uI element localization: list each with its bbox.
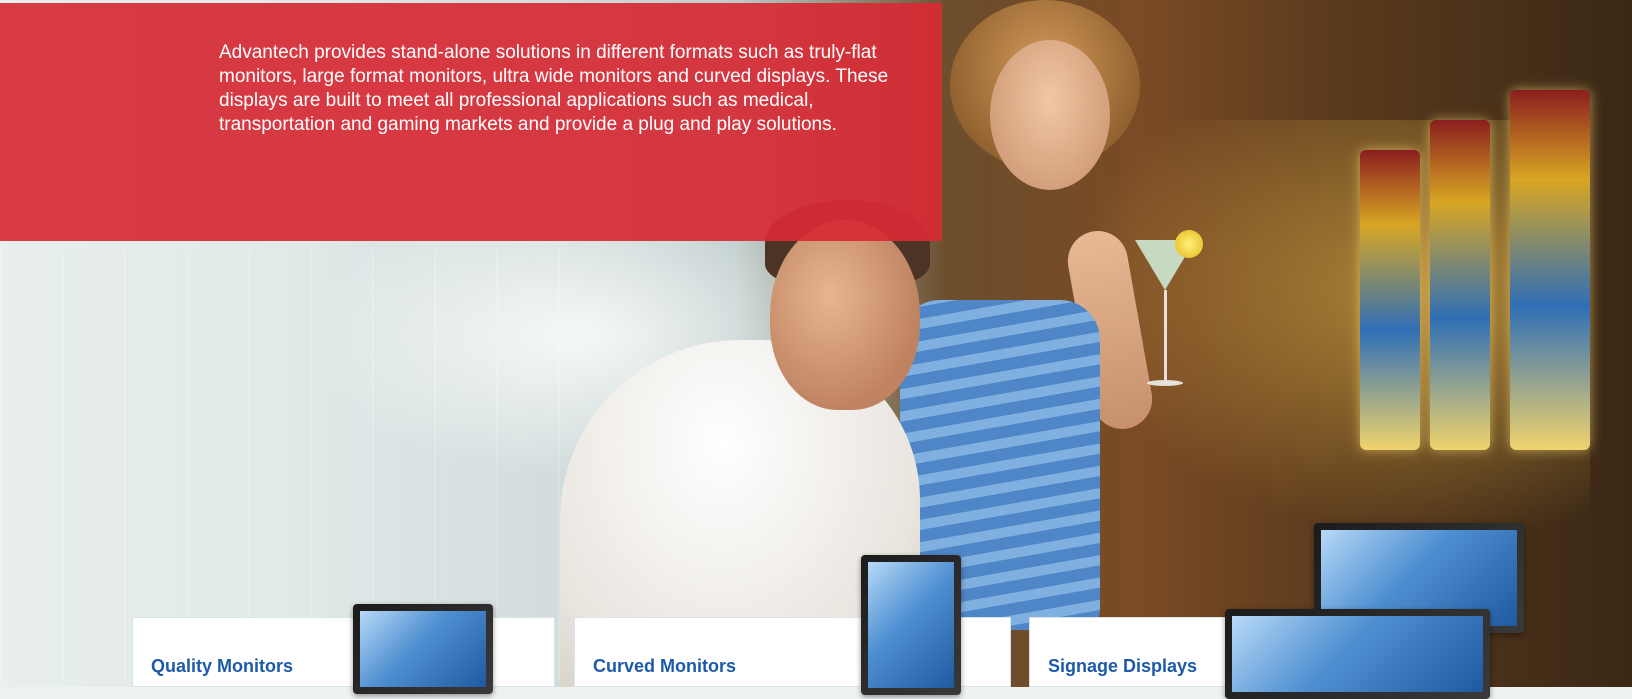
slot-machine: [1430, 120, 1490, 450]
card-title[interactable]: Curved Monitors: [593, 656, 736, 677]
martini-glass: [1135, 230, 1203, 400]
slot-machine: [1510, 90, 1590, 450]
monitor-image: [861, 555, 961, 695]
intro-text: Advantech provides stand-alone solutions…: [219, 42, 889, 135]
card-title[interactable]: Quality Monitors: [151, 656, 293, 677]
intro-banner: Advantech provides stand-alone solutions…: [0, 3, 942, 241]
monitor-image: [1225, 609, 1490, 699]
monitor-image: [353, 604, 493, 694]
card-title[interactable]: Signage Displays: [1048, 656, 1197, 677]
slot-machine: [1360, 150, 1420, 450]
